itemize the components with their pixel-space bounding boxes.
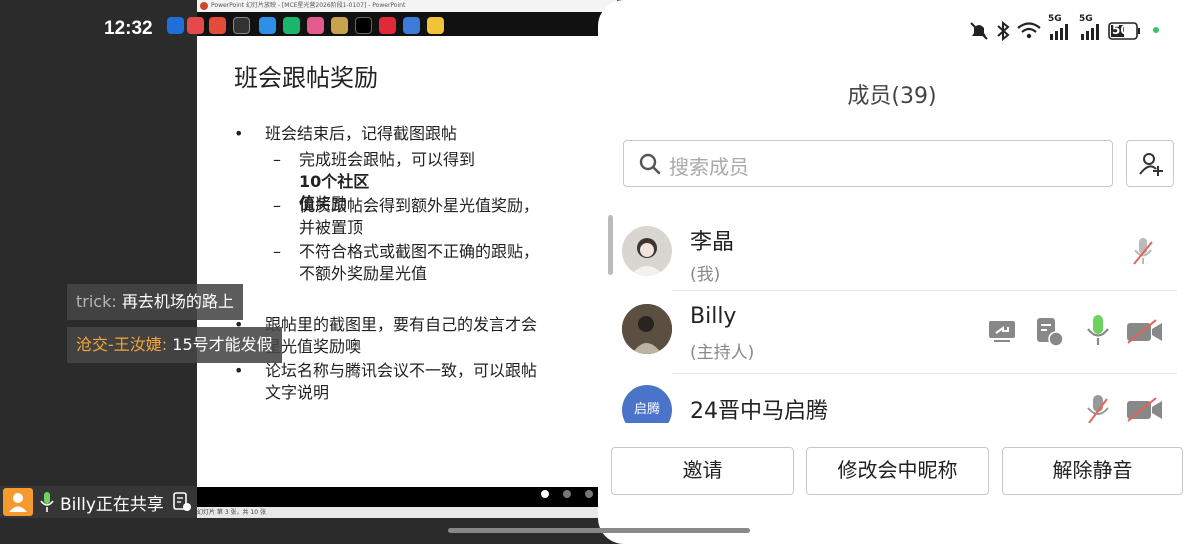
app-icon [403,17,420,34]
mic-muted-icon[interactable] [1130,236,1156,268]
mic-icon [40,492,54,512]
screen: 12:32 PowerPoint 幻灯片放映 - [MCE星光营2026阶段1-… [0,0,1198,544]
tiktok-icon [355,17,372,34]
sharer-avatar [3,488,33,516]
status-dot [1153,27,1159,33]
rename-button[interactable]: 修改会中昵称 [806,447,989,495]
chat-sender: trick: [76,292,117,311]
chat-message: 沧交-王汝婕: 15号才能发假 [67,327,282,363]
bullet-3: • 论坛名称与腾讯会议不一致，可以跟帖 文字说明 [234,361,538,402]
mic-active-icon[interactable] [1085,314,1111,348]
add-user-icon [1139,153,1163,176]
chat-message: trick: 再去机场的路上 [67,284,243,320]
signal-5g-icon [1050,24,1068,40]
panel-title: 成员(39) [847,84,937,109]
mute-bell-icon [970,22,988,40]
app-icon [259,17,276,34]
home-indicator[interactable] [448,528,750,533]
chat-text: 再去机场的路上 [116,292,234,311]
member-role: (主持人) [690,343,755,363]
member-row[interactable]: Billy (主持人) [598,290,1188,378]
member-role: (我) [690,265,721,285]
bullet-2: • 跟帖里的截图里，要有自己的发言才会 星光值奖励噢 [234,315,538,356]
sub-bullet-3: – 不符合格式或截图不正确的跟贴， 不额外奖励星光值 [273,242,540,283]
app-icon [283,17,300,34]
avatar [622,226,672,276]
sub-bullet-2: – 优质跟帖会得到额外星光值奖励， 并被置顶 [273,196,540,237]
app-icon [427,17,444,34]
sharing-indicator[interactable]: Billy正在共享 [0,486,197,518]
member-row[interactable]: 启腾 24晋中马启腾 [598,373,1188,423]
app-icon [167,17,184,34]
bullet-1: • 班会结束后，记得截图跟帖 [234,124,458,143]
search-icon [639,153,661,175]
network-label: 5G [1079,14,1093,24]
network-label: 5G [1048,14,1062,24]
video-off-icon[interactable] [1126,319,1164,345]
slide-controls [197,487,617,507]
taskbar [167,12,617,36]
slide-counter: 幻灯片 第 3 张，共 10 张 [197,509,266,516]
member-name: Billy [690,304,737,329]
member-name: 24晋中马启腾 [690,399,828,423]
search-placeholder: 搜索成员 [669,155,749,179]
member-row[interactable]: 李晶 (我) [598,210,1188,298]
avatar: 启腾 [622,385,672,423]
screen-share-view[interactable]: PowerPoint 幻灯片放映 - [MCE星光营2026阶段1-0107] … [167,0,617,518]
sharing-status-text: Billy正在共享 [60,495,164,515]
search-input[interactable]: 搜索成员 [623,140,1113,187]
bluetooth-icon [997,20,1010,42]
battery-level: 50 [1112,23,1129,37]
app-icon [331,17,348,34]
avatar [622,304,672,354]
app-icon [379,17,396,34]
slide: 班会跟帖奖励 • 班会结束后，记得截图跟帖 – 完成班会跟帖，可以得到10个社区… [197,36,617,487]
app-icon [209,17,226,34]
app-icon [307,17,324,34]
unmute-button[interactable]: 解除静音 [1002,447,1183,495]
screen-share-icon[interactable] [988,319,1016,343]
video-off-icon[interactable] [1126,397,1164,423]
page-dot[interactable] [585,490,593,498]
document-icon[interactable] [1034,316,1066,348]
page-dot[interactable] [563,490,571,498]
mic-muted-icon[interactable] [1085,393,1111,423]
members-panel: 5G 5G 50 成员(39) 搜索成员 李晶 (我) Billy (主持人) … [598,0,1198,544]
system-status-icons: 5G 5G 50 [968,14,1168,42]
wifi-icon [1017,22,1041,39]
chat-text: 15号才能发假 [167,335,273,354]
chat-sender: 沧交-王汝婕: [76,335,168,354]
app-icon [187,17,204,34]
page-dot[interactable] [541,490,549,498]
invite-button[interactable]: 邀请 [611,447,794,495]
slide-title: 班会跟帖奖励 [234,64,378,92]
ppt-title-bar: PowerPoint 幻灯片放映 - [MCE星光营2026阶段1-0107] … [197,0,617,12]
ppt-status-bar: 幻灯片 第 3 张，共 10 张 [197,507,617,518]
ppt-window-title: PowerPoint 幻灯片放映 - [MCE星光营2026阶段1-0107] … [211,2,406,9]
document-icon[interactable] [172,492,192,512]
signal-5g-icon [1081,24,1099,40]
app-icon [233,17,250,34]
powerpoint-icon [200,2,208,10]
add-member-button[interactable] [1126,140,1174,187]
member-name: 李晶 [690,230,735,255]
status-time: 12:32 [104,18,153,39]
